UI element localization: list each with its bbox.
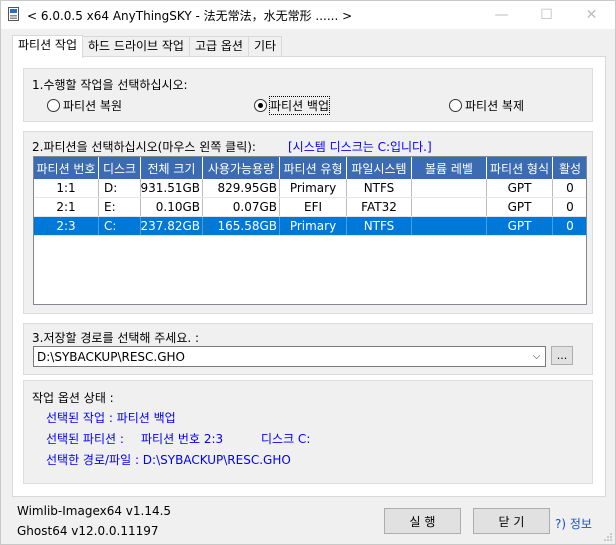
app-window: < 6.0.0.5 x64 AnyThingSKY - 法无常法，水无常形 ..… [0, 0, 616, 545]
col-filesystem[interactable]: 파일시스템 [347, 157, 412, 179]
col-total-size[interactable]: 전체 크기 [141, 157, 203, 179]
col-partition-format[interactable]: 파티션 형식 [487, 157, 553, 179]
radio-label: 파티션 복제 [465, 99, 525, 113]
cell-free: 829.95GB [203, 179, 280, 197]
status-partition-label: 선택된 파티션 : [46, 432, 124, 446]
cell-size: 931.51GB [141, 179, 203, 197]
tab-partition-work[interactable]: 파티션 작업 [12, 35, 84, 58]
col-volume-label[interactable]: 볼륨 레벨 [412, 157, 487, 179]
chevron-down-icon[interactable]: ⌵ [528, 347, 545, 366]
tab-hard-drive-work[interactable]: 하드 드라이브 작업 [82, 36, 190, 57]
browse-button[interactable]: ... [551, 346, 573, 365]
cell-fs: NTFS [347, 179, 412, 197]
cell-volume [412, 198, 487, 216]
title-bar: < 6.0.0.5 x64 AnyThingSKY - 法无常法，水无常形 ..… [1, 1, 615, 29]
cell-format: GPT [487, 198, 553, 216]
cell-free: 165.58GB [203, 217, 280, 235]
cell-disk: E: [99, 198, 141, 216]
status-path: 선택한 경로/파일 : D:\SYBACKUP\RESC.GHO [46, 453, 291, 467]
cell-disk: D: [99, 179, 141, 197]
save-path-combobox[interactable]: D:\SYBACKUP\RESC.GHO ⌵ [33, 346, 546, 367]
tab-other[interactable]: 기타 [247, 36, 283, 57]
radio-label: 파티션 백업 [268, 96, 331, 115]
save-path-label: 3.저장할 경로를 선택해 주세요. : [32, 331, 200, 345]
radio-partition-backup[interactable]: 파티션 백업 [254, 96, 331, 115]
col-partition-number[interactable]: 파티션 번호 [34, 157, 99, 179]
cell-size: 237.82GB [141, 217, 203, 235]
partition-table[interactable]: 파티션 번호 디스크 전체 크기 사용가능용량 파티션 유형 파일시스템 볼륨 … [33, 156, 587, 305]
wimlib-version: Wimlib-Imagex64 v1.14.5 [17, 504, 172, 518]
minimize-button[interactable]: — [479, 1, 524, 29]
col-active[interactable]: 활성 [553, 157, 586, 179]
ghost-version: Ghost64 v12.0.0.11197 [17, 524, 159, 538]
cell-number: 2:1 [34, 198, 99, 216]
close-dialog-button[interactable]: 닫 기 [473, 508, 550, 534]
cell-volume [412, 217, 487, 235]
radio-circle[interactable] [47, 99, 60, 112]
radio-circle[interactable] [449, 99, 462, 112]
cell-number: 1:1 [34, 179, 99, 197]
col-disk[interactable]: 디스크 [99, 157, 141, 179]
close-button[interactable]: ✕ [569, 1, 614, 29]
cell-active: 0 [553, 179, 586, 197]
cell-format: GPT [487, 179, 553, 197]
radio-partition-clone[interactable]: 파티션 복제 [449, 97, 524, 114]
table-row-selected[interactable]: 2:3 C: 237.82GB 165.58GB Primary NTFS GP… [34, 217, 586, 236]
run-button[interactable]: 실 행 [384, 508, 461, 534]
save-path-value: D:\SYBACKUP\RESC.GHO [37, 350, 185, 364]
partition-group-label: 2.파티션을 선택하십시오(마우스 왼쪽 클릭): [32, 140, 256, 154]
status-partition-number: 파티션 번호 2:3 [141, 432, 224, 446]
cell-disk: C: [99, 217, 141, 235]
task-group-label: 1.수행할 작업을 선택하십시오: [32, 78, 188, 92]
system-disk-note: [시스템 디스크는 C:입니다.] [288, 140, 432, 154]
cell-size: 0.10GB [141, 198, 203, 216]
status-task: 선택된 작업 : 파티션 백업 [46, 411, 176, 425]
radio-label: 파티션 복원 [63, 99, 123, 113]
app-icon [8, 7, 19, 21]
window-title: < 6.0.0.5 x64 AnyThingSKY - 法无常法，水无常形 ..… [27, 9, 353, 23]
cell-active: 0 [553, 217, 586, 235]
col-free-space[interactable]: 사용가능용량 [203, 157, 280, 179]
radio-circle-selected[interactable] [254, 99, 267, 112]
cell-type: Primary [280, 179, 347, 197]
cell-active: 0 [553, 198, 586, 216]
cell-free: 0.07GB [203, 198, 280, 216]
tab-strip: 파티션 작업 하드 드라이브 작업 고급 옵션 기타 [12, 35, 283, 58]
radio-partition-restore[interactable]: 파티션 복원 [47, 97, 122, 114]
cell-number: 2:3 [34, 217, 99, 235]
table-header: 파티션 번호 디스크 전체 크기 사용가능용량 파티션 유형 파일시스템 볼륨 … [34, 157, 586, 179]
resize-grip-icon[interactable] [603, 532, 613, 542]
info-link[interactable]: ?) 정보 [555, 515, 592, 532]
cell-type: EFI [280, 198, 347, 216]
status-partition-disk: 디스크 C: [261, 432, 311, 446]
cell-volume [412, 179, 487, 197]
tab-advanced-options[interactable]: 고급 옵션 [188, 36, 249, 57]
table-row[interactable]: 2:1 E: 0.10GB 0.07GB EFI FAT32 GPT 0 [34, 198, 586, 217]
status-title: 작업 옵션 상태 : [32, 391, 114, 405]
cell-type: Primary [280, 217, 347, 235]
cell-format: GPT [487, 217, 553, 235]
table-row[interactable]: 1:1 D: 931.51GB 829.95GB Primary NTFS GP… [34, 179, 586, 198]
maximize-button[interactable]: ☐ [524, 1, 569, 29]
col-partition-type[interactable]: 파티션 유형 [280, 157, 347, 179]
cell-fs: NTFS [347, 217, 412, 235]
cell-fs: FAT32 [347, 198, 412, 216]
